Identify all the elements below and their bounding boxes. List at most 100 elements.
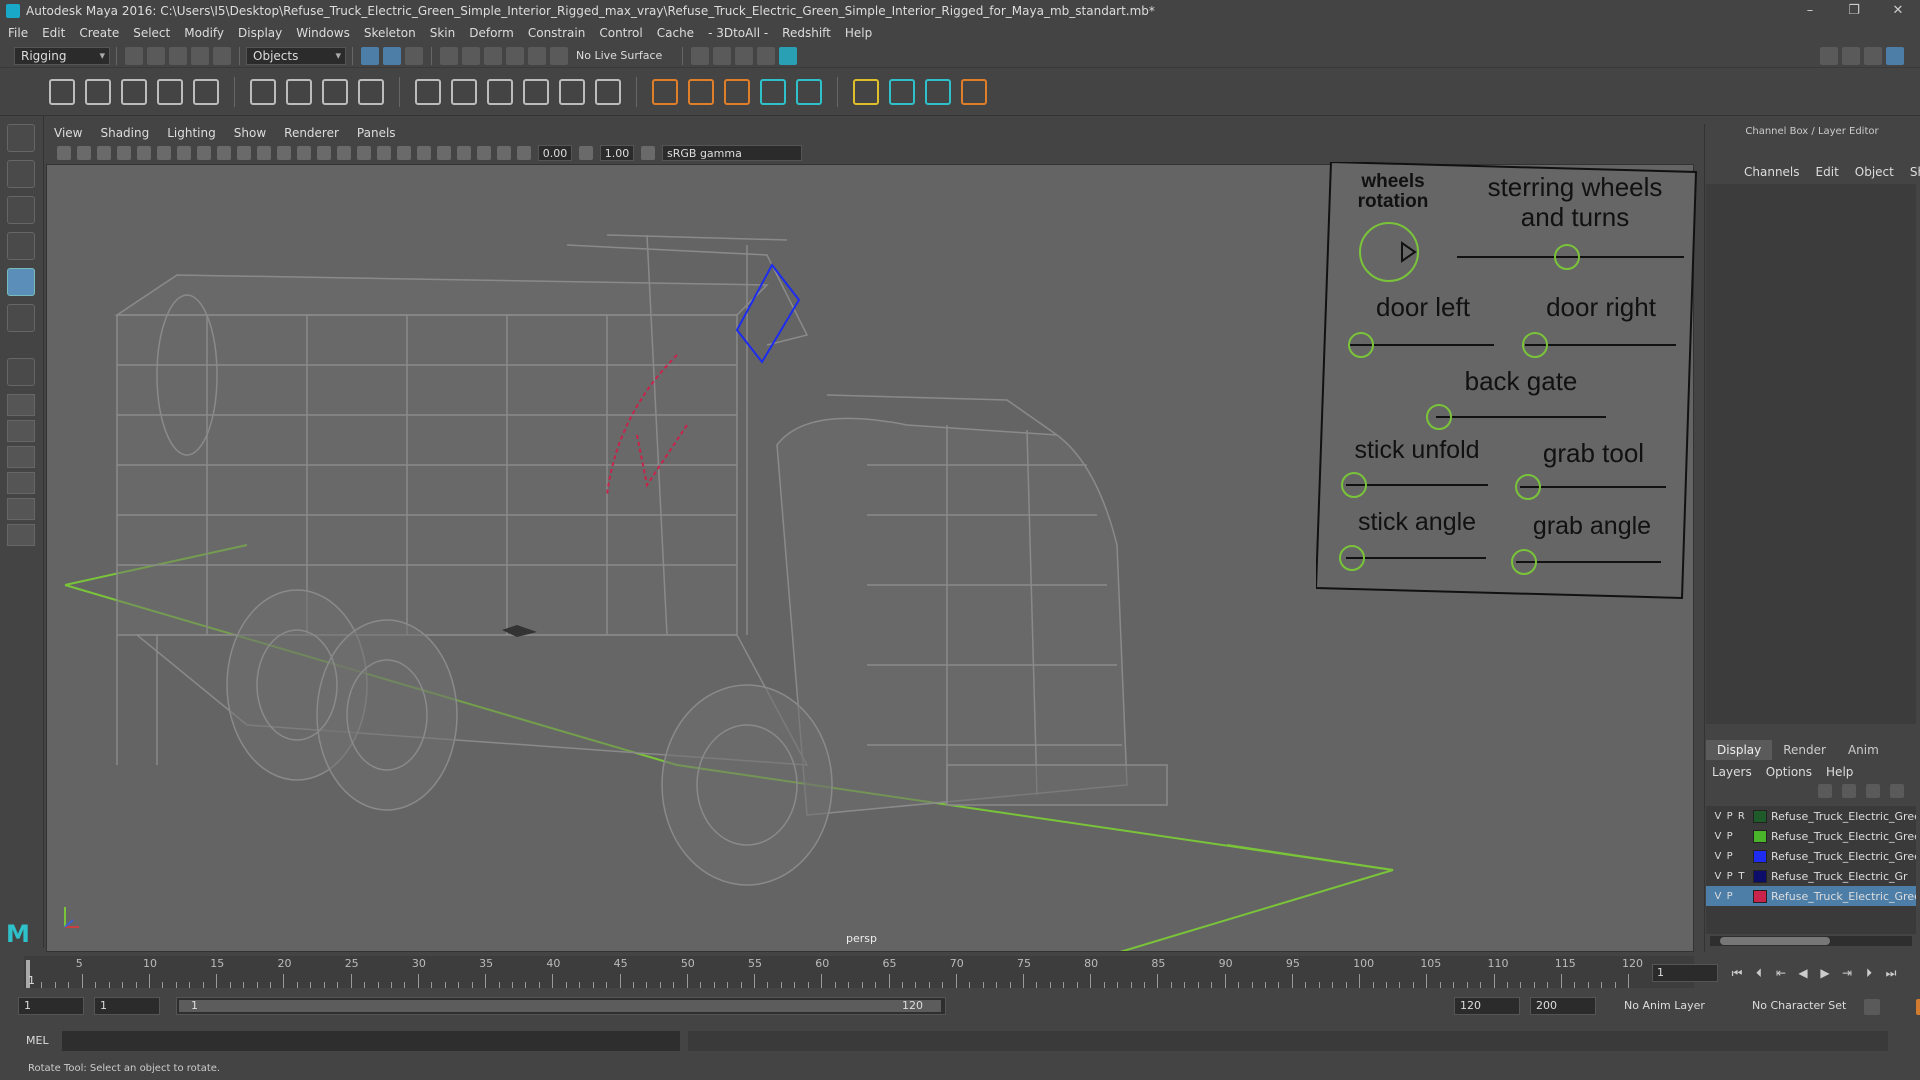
xray-icon[interactable] (377, 146, 391, 160)
layer-name[interactable]: Refuse_Truck_Electric_Green_ (1771, 810, 1916, 823)
live-surface-label[interactable]: No Live Surface (576, 49, 662, 62)
gamma-field[interactable]: 1.00 (600, 145, 634, 161)
render-region-icon[interactable] (713, 46, 732, 65)
panel-menu-panels[interactable]: Panels (357, 126, 396, 140)
selection-mode-dropdown[interactable]: Objects (246, 46, 346, 65)
menu-display[interactable]: Display (238, 26, 282, 40)
layer-playback[interactable]: P (1724, 831, 1736, 842)
point-constraint-icon[interactable] (415, 78, 441, 105)
step-back-key-icon[interactable]: ⇤ (1770, 966, 1792, 980)
ik-spline-icon[interactable] (121, 78, 147, 105)
motion-blur-icon[interactable] (457, 146, 471, 160)
ipr-render-icon[interactable] (735, 46, 754, 65)
step-forward-key-icon[interactable]: ⇥ (1836, 966, 1858, 980)
layer-color-swatch[interactable] (1753, 849, 1767, 863)
persp-outliner-layout-icon[interactable] (7, 420, 35, 442)
persp-hypershade-layout-icon[interactable] (7, 472, 35, 494)
safe-title-icon[interactable] (297, 146, 311, 160)
custom-layout-icon[interactable] (7, 524, 35, 546)
menu-skin[interactable]: Skin (430, 26, 456, 40)
panel-menu-view[interactable]: View (54, 126, 82, 140)
tab-display[interactable]: Display (1706, 740, 1773, 760)
menu-3dtoall[interactable]: - 3DtoAll - (708, 26, 768, 40)
menu-redshift[interactable]: Redshift (782, 26, 831, 40)
snap-point-icon[interactable] (484, 46, 502, 65)
tool-settings-icon[interactable] (1864, 47, 1882, 65)
layer-playback[interactable]: P (1724, 851, 1736, 862)
layer-playback[interactable]: P (1724, 811, 1736, 822)
anim-layer-dropdown[interactable]: No Anim Layer (1624, 997, 1744, 1015)
view-transform-dropdown[interactable]: sRGB gamma (662, 145, 802, 161)
snap-magnet-icon[interactable] (550, 46, 568, 65)
animation-preferences-icon[interactable] (1915, 999, 1920, 1015)
layer-menu-layers[interactable]: Layers (1712, 765, 1752, 779)
redo-icon[interactable] (213, 46, 231, 65)
layer-visibility[interactable]: V (1712, 851, 1724, 862)
mel-label[interactable]: MEL (26, 1034, 49, 1047)
layer-row[interactable]: V P Refuse_Truck_Electric_Green_ (1706, 886, 1916, 906)
ik-fk-icon[interactable] (688, 78, 714, 105)
layer-row[interactable]: V P R Refuse_Truck_Electric_Green_ (1706, 806, 1916, 826)
layer-name[interactable]: Refuse_Truck_Electric_Green_ (1771, 890, 1916, 903)
playback-start-field[interactable]: 1 (94, 997, 160, 1015)
menu-create[interactable]: Create (79, 26, 119, 40)
lights-icon[interactable] (397, 146, 411, 160)
scrollbar-thumb[interactable] (1720, 937, 1830, 945)
xray-joints-icon[interactable] (497, 146, 511, 160)
menu-constrain[interactable]: Constrain (528, 26, 586, 40)
attribute-editor-icon[interactable] (1842, 47, 1860, 65)
layer-visibility[interactable]: V (1712, 891, 1724, 902)
snap-live-icon[interactable] (528, 46, 546, 65)
gate-mask-icon[interactable] (237, 146, 251, 160)
layer-menu-options[interactable]: Options (1766, 765, 1812, 779)
exposure-icon[interactable] (517, 146, 531, 160)
maya-script-icon[interactable] (760, 78, 786, 105)
panel-menu-lighting[interactable]: Lighting (167, 126, 216, 140)
cbox-menu-edit[interactable]: Edit (1816, 165, 1839, 179)
image-plane-icon[interactable] (117, 146, 131, 160)
render-frame-icon[interactable] (691, 46, 710, 65)
cbox-menu-object[interactable]: Object (1855, 165, 1894, 179)
layer-name[interactable]: Refuse_Truck_Electric_Green_ (1771, 830, 1916, 843)
lasso-tool-icon[interactable] (7, 160, 35, 188)
play-forward-icon[interactable]: ▶ (1814, 966, 1836, 980)
layer-color-swatch[interactable] (1753, 889, 1767, 903)
step-forward-frame-icon[interactable]: ⏵ (1858, 966, 1880, 981)
go-to-end-icon[interactable]: ⏭ (1880, 966, 1902, 981)
menu-modify[interactable]: Modify (184, 26, 224, 40)
move-layer-down-icon[interactable] (1842, 784, 1856, 798)
layer-color-swatch[interactable] (1753, 829, 1767, 843)
gamma-icon[interactable] (579, 146, 593, 160)
range-slider-handle[interactable] (179, 1000, 941, 1012)
grid-toggle-icon[interactable] (177, 146, 191, 160)
character-set-dropdown[interactable]: No Character Set (1752, 997, 1852, 1015)
open-scene-icon[interactable] (147, 46, 165, 65)
snap-grid-icon[interactable] (440, 46, 458, 65)
lattice-icon[interactable] (322, 78, 348, 105)
menu-deform[interactable]: Deform (469, 26, 514, 40)
hypershade-icon[interactable] (779, 46, 798, 65)
scale-tool-icon[interactable] (7, 304, 35, 332)
tab-render[interactable]: Render (1772, 740, 1837, 760)
aim-constraint-icon[interactable] (451, 78, 477, 105)
time-slider[interactable]: 5 10 15 20 25 30 35 40 45 50 55 60 65 70 75 80 85 90 95 100… (24, 956, 1694, 988)
pole-vector-icon[interactable] (595, 78, 621, 105)
layer-color-swatch[interactable] (1753, 809, 1767, 823)
play-backward-icon[interactable]: ◀ (1792, 966, 1814, 980)
layer-color-swatch[interactable] (1753, 869, 1767, 883)
layer-name[interactable]: Refuse_Truck_Electric_Gr (1771, 870, 1916, 883)
select-tool-icon[interactable] (7, 124, 35, 152)
four-view-layout-icon[interactable] (7, 394, 35, 416)
select-hierarchy-icon[interactable] (361, 46, 379, 65)
paint-tool-icon[interactable] (853, 78, 879, 105)
modeling-toolkit-icon[interactable] (1820, 47, 1838, 65)
locator-icon[interactable] (652, 78, 678, 105)
cbox-menu-channels[interactable]: Channels (1744, 165, 1800, 179)
layer-display-type[interactable]: T (1736, 871, 1748, 882)
camera-attributes-icon[interactable] (77, 146, 91, 160)
save-scene-icon[interactable] (169, 46, 187, 65)
select-object-icon[interactable] (383, 46, 401, 65)
render-settings-icon[interactable] (757, 46, 776, 65)
parent-constraint-icon[interactable] (559, 78, 585, 105)
layer-row[interactable]: V P Refuse_Truck_Electric_Green_ (1706, 846, 1916, 866)
